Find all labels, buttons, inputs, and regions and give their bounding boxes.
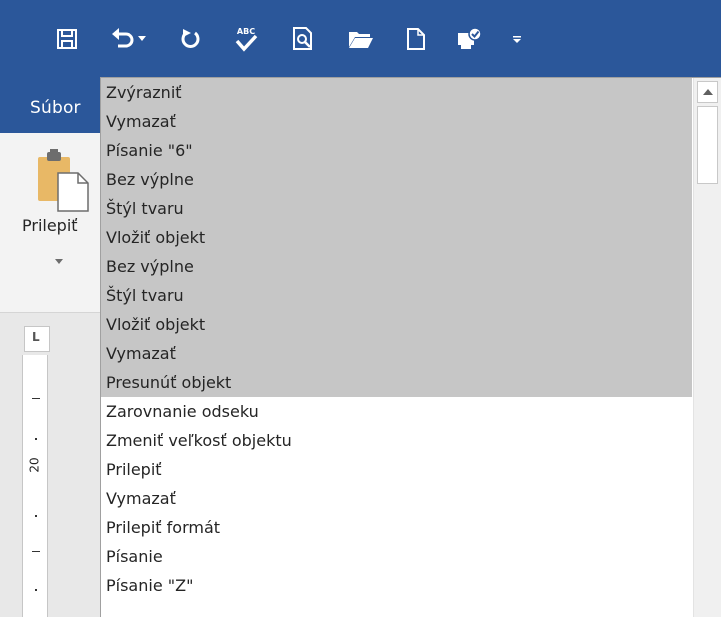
undo-list-item[interactable]: Zmeniť veľkosť objektu [101,426,692,455]
undo-list-item[interactable]: Vložiť objekt [101,310,692,339]
ruler-tick [35,515,37,517]
paste-dropdown-icon [55,259,63,264]
ruler-tick [32,551,40,552]
ruler-tick [35,589,37,591]
undo-history-list: Zvýrazniť Vymazať Písanie "6" Bez výplne Štý… [100,77,721,617]
redo-icon [181,29,200,48]
open-icon [349,32,373,48]
paste-icon [38,149,89,212]
customize-toolbar-icon [513,36,521,43]
undo-list-item[interactable]: Písanie "6" [101,136,692,165]
vertical-scrollbar[interactable] [693,78,721,617]
new-document-button[interactable] [399,22,433,56]
check-out-button[interactable] [453,22,487,56]
arrow-up-icon [702,89,713,95]
undo-dropdown-button[interactable] [133,22,151,56]
undo-list-item[interactable]: Prilepiť formát [101,513,692,542]
print-preview-icon [293,27,312,50]
tab-selector-glyph: L [32,330,40,344]
undo-list-item[interactable]: Písanie [101,542,692,571]
save-icon [57,29,77,49]
scroll-up-button[interactable] [697,81,718,103]
undo-list-item[interactable]: Presunúť objekt [101,368,692,397]
undo-list-item[interactable]: Vložiť objekt [101,223,692,252]
spelling-check-icon: ABC [235,27,258,52]
ruler-tick [32,398,40,399]
paste-label: Prilepiť [22,216,78,235]
undo-list-item[interactable]: Štýl tvaru [101,194,692,223]
undo-list-item[interactable]: Prilepiť [101,455,692,484]
spelling-check-button[interactable]: ABC [229,22,263,56]
undo-list-item[interactable]: Vymazať [101,107,692,136]
undo-list-item[interactable]: Bez výplne [101,165,692,194]
undo-list-item[interactable]: Štýl tvaru [101,281,692,310]
tab-selector[interactable]: L [24,326,50,352]
redo-button[interactable] [174,22,208,56]
undo-list-item[interactable]: Písanie "Z" [101,571,692,600]
ruler-area [0,313,100,617]
paste-button[interactable] [22,141,100,271]
ruler-tick [35,438,37,440]
new-document-icon [407,28,425,50]
undo-list-item[interactable]: Bez výplne [101,252,692,281]
ruler-number: 20 [27,457,42,473]
quick-access-toolbar: ABC [0,0,721,80]
customize-toolbar-button[interactable] [502,22,532,56]
check-out-icon [458,27,482,49]
undo-list-item[interactable]: Zarovnanie odseku [101,397,692,426]
undo-list-item[interactable]: Vymazať [101,339,692,368]
undo-list-item[interactable]: Zvýrazniť [101,78,692,107]
tab-file[interactable]: Súbor [30,98,81,118]
undo-dropdown-icon [138,36,146,41]
print-preview-button[interactable] [286,22,320,56]
undo-list-item[interactable]: Vymazať [101,484,692,513]
scroll-thumb[interactable] [697,106,718,184]
open-button[interactable] [344,22,378,56]
vertical-ruler [22,355,48,617]
undo-list-items: Zvýrazniť Vymazať Písanie "6" Bez výplne Štý… [101,78,692,600]
svg-text:ABC: ABC [237,27,255,36]
save-button[interactable] [50,22,84,56]
